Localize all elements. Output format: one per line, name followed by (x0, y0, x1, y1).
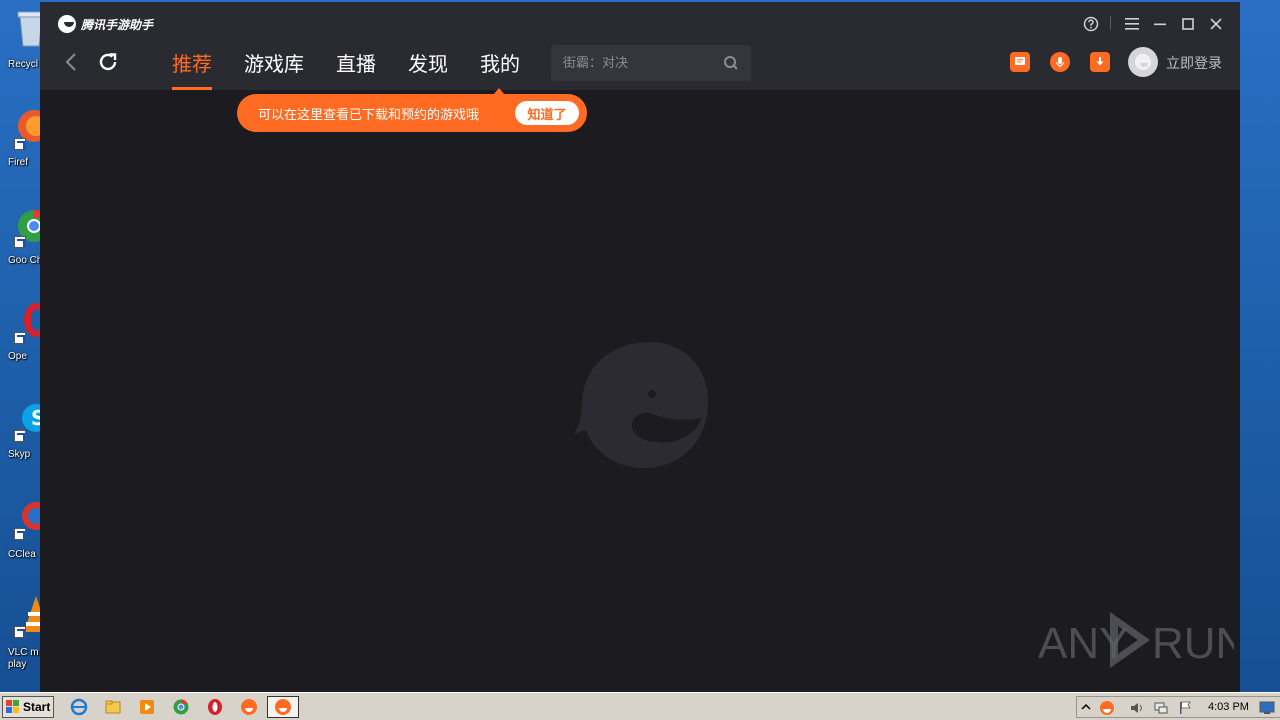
clock: 4:03 PM (1208, 701, 1249, 713)
volume-icon[interactable] (1129, 700, 1145, 716)
tencent-tray-icon[interactable] (1099, 700, 1115, 716)
tab-game-library[interactable]: 游戏库 (244, 46, 304, 90)
minimize-button[interactable] (1148, 12, 1172, 36)
back-button[interactable] (60, 50, 84, 74)
start-button[interactable]: Start (2, 696, 54, 718)
network-icon[interactable] (1153, 700, 1169, 716)
tencent-assistant-icon (275, 699, 291, 715)
shortcut-arrow-icon (14, 332, 26, 344)
download-hint-tooltip: 可以在这里查看已下载和预约的游戏哦 知道了 (237, 88, 587, 132)
menu-icon (1125, 18, 1139, 30)
tab-mine[interactable]: 我的 (480, 46, 520, 90)
app-title: 腾讯手游助手 (81, 17, 154, 32)
close-icon (1210, 18, 1222, 30)
tab-discover[interactable]: 发现 (408, 46, 448, 90)
tab-live[interactable]: 直播 (336, 46, 376, 90)
play-logo-icon (1110, 612, 1150, 668)
chrome-icon[interactable] (172, 698, 190, 716)
tencent-assistant-icon[interactable] (240, 698, 258, 716)
taskbar-active-window[interactable] (267, 696, 299, 718)
show-desktop-icon[interactable] (1259, 701, 1275, 715)
opera-icon[interactable] (206, 698, 224, 716)
minimize-icon (1154, 23, 1166, 26)
system-tray (1076, 696, 1280, 718)
maximize-icon (1182, 18, 1194, 30)
shortcut-arrow-icon (14, 138, 26, 150)
tooltip-text: 可以在这里查看已下载和预约的游戏哦 (258, 108, 480, 123)
search-icon[interactable] (723, 55, 739, 71)
login-link[interactable]: 立即登录 (1166, 53, 1222, 73)
refresh-icon (99, 53, 117, 71)
file-explorer-icon[interactable] (104, 698, 122, 716)
anyrun-watermark: ANY RUN (1038, 612, 1234, 668)
flag-icon[interactable] (1177, 700, 1193, 716)
shortcut-arrow-icon (14, 430, 26, 442)
close-button[interactable] (1204, 12, 1228, 36)
got-it-button[interactable]: 知道了 (515, 101, 579, 125)
avatar-logo-icon (1135, 54, 1151, 70)
search-input[interactable] (551, 45, 751, 81)
maximize-button[interactable] (1176, 12, 1200, 36)
taskbar: Start 4:03 PM (0, 692, 1280, 720)
chevron-up-icon[interactable] (1081, 702, 1091, 712)
app-window: 腾讯手游助手 推荐 游戏库 直播 发现 我的 街霸：对决 立即登录 可以在这里查… (40, 2, 1240, 692)
title-bar-divider (1110, 16, 1111, 30)
app-logo-icon (58, 15, 76, 33)
avatar[interactable] (1128, 47, 1158, 77)
help-button[interactable] (1079, 12, 1103, 36)
microphone-button[interactable] (1050, 52, 1070, 72)
tab-recommend[interactable]: 推荐 (172, 46, 212, 90)
message-button[interactable] (1010, 52, 1030, 72)
internet-explorer-icon[interactable] (70, 698, 88, 716)
download-button[interactable] (1090, 52, 1110, 72)
download-icon (1096, 57, 1104, 66)
watermark-text-right: RUN (1152, 619, 1234, 668)
main-nav: 推荐 游戏库 直播 发现 我的 (172, 46, 552, 90)
start-label: Start (23, 700, 51, 714)
shortcut-arrow-icon (14, 236, 26, 248)
microphone-icon (1056, 57, 1064, 68)
app-logo-icon (574, 342, 708, 468)
shortcut-arrow-icon (14, 626, 26, 638)
refresh-button[interactable] (96, 50, 120, 74)
windows-flag-icon (6, 700, 19, 713)
help-icon (1083, 16, 1099, 32)
title-bar: 腾讯手游助手 推荐 游戏库 直播 发现 我的 街霸：对决 立即登录 (40, 2, 1240, 90)
menu-button[interactable] (1120, 12, 1144, 36)
media-player-icon[interactable] (138, 698, 156, 716)
shortcut-arrow-icon (14, 528, 26, 540)
message-icon (1015, 57, 1025, 65)
chevron-left-icon (65, 53, 76, 71)
app-logo: 腾讯手游助手 (58, 14, 153, 34)
desktop-icon-label: VLC m play (8, 647, 39, 670)
